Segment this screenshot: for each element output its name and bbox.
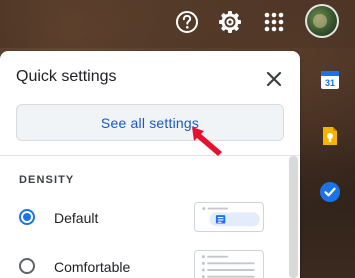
top-bar — [0, 0, 355, 48]
scrollbar[interactable] — [289, 156, 298, 278]
quick-settings-panel: Quick settings See all settings DENSITY … — [0, 51, 300, 278]
density-comfortable-label[interactable]: Comfortable — [54, 259, 130, 275]
keep-icon[interactable] — [318, 124, 342, 148]
density-default-radio[interactable] — [19, 209, 35, 225]
density-default-label[interactable]: Default — [54, 210, 98, 226]
calendar-icon[interactable]: 31 — [318, 68, 342, 92]
calendar-date-text: 31 — [325, 78, 335, 88]
help-icon[interactable] — [174, 9, 200, 35]
account-avatar[interactable] — [305, 4, 339, 38]
density-default-preview[interactable] — [194, 202, 264, 232]
annotation-arrow — [192, 127, 222, 156]
tasks-icon[interactable] — [318, 180, 342, 204]
side-panel-apps: 31 — [306, 51, 355, 278]
divider — [0, 155, 300, 156]
close-icon[interactable] — [262, 67, 286, 91]
settings-gear-icon[interactable] — [217, 9, 243, 35]
density-comfortable-preview[interactable] — [194, 250, 264, 278]
panel-title: Quick settings — [16, 68, 117, 85]
see-all-settings-button[interactable]: See all settings — [16, 104, 284, 141]
apps-grid-icon[interactable] — [261, 9, 287, 35]
density-comfortable-radio[interactable] — [19, 258, 35, 274]
density-section-label: DENSITY — [19, 174, 75, 186]
